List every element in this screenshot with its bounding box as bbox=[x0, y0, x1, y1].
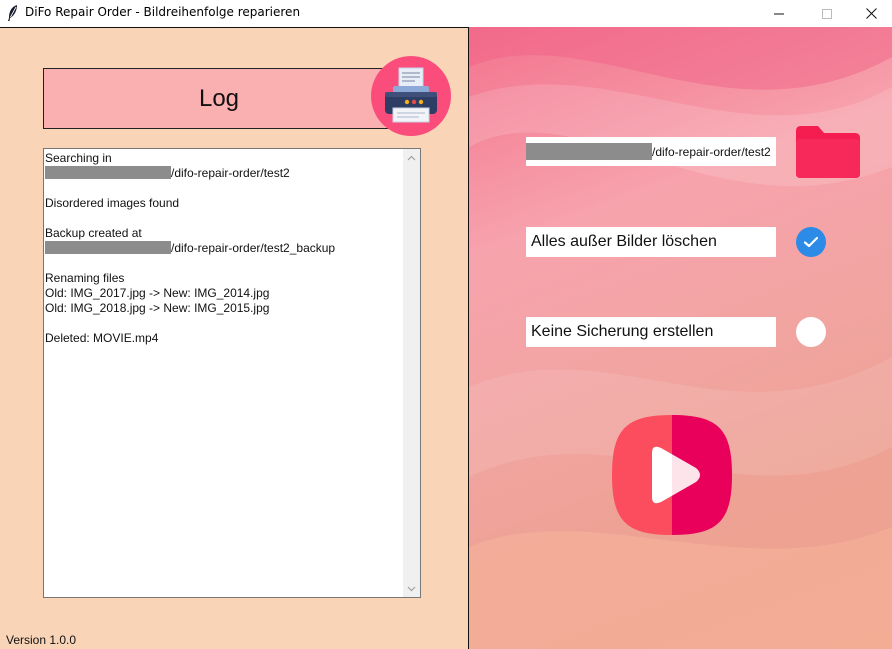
print-button[interactable] bbox=[371, 56, 451, 136]
options-panel: /difo-repair-order/test2 Alles außer Bil… bbox=[469, 27, 892, 649]
log-line: /difo-repair-order/test2 bbox=[45, 166, 405, 181]
log-content: Searching in /difo-repair-order/test2 Di… bbox=[44, 151, 405, 597]
chevron-down-icon bbox=[407, 586, 416, 591]
source-path-field[interactable]: /difo-repair-order/test2 bbox=[526, 137, 776, 166]
checkmark-icon bbox=[803, 236, 819, 248]
log-line-text: /difo-repair-order/test2 bbox=[171, 166, 290, 180]
start-button[interactable] bbox=[610, 413, 734, 537]
log-line: Old: IMG_2017.jpg -> New: IMG_2014.jpg bbox=[45, 286, 270, 300]
log-line: Old: IMG_2018.jpg -> New: IMG_2015.jpg bbox=[45, 301, 270, 315]
log-line: Renaming files bbox=[45, 271, 125, 285]
log-scrollbar[interactable] bbox=[403, 149, 420, 597]
close-icon bbox=[865, 8, 877, 19]
scroll-down-button[interactable] bbox=[403, 580, 420, 597]
window-title: DiFo Repair Order - Bildreihenfolge repa… bbox=[25, 5, 301, 19]
redacted-path bbox=[45, 166, 171, 179]
log-textarea[interactable]: Searching in /difo-repair-order/test2 Di… bbox=[43, 148, 421, 598]
maximize-icon bbox=[822, 8, 832, 19]
log-line: Backup created at bbox=[45, 226, 142, 240]
no-backup-checkbox[interactable] bbox=[796, 317, 826, 347]
delete-non-images-label: Alles außer Bilder löschen bbox=[526, 227, 776, 257]
log-line: Disordered images found bbox=[45, 196, 180, 210]
source-path-text: /difo-repair-order/test2 bbox=[652, 144, 771, 159]
close-button[interactable] bbox=[848, 0, 892, 27]
minimize-icon bbox=[774, 13, 784, 14]
log-line: Deleted: MOVIE.mp4 bbox=[45, 331, 159, 345]
chevron-up-icon bbox=[407, 155, 416, 160]
scroll-up-button[interactable] bbox=[403, 149, 420, 166]
delete-non-images-checkbox[interactable] bbox=[796, 227, 826, 257]
title-bar: DiFo Repair Order - Bildreihenfolge repa… bbox=[0, 0, 892, 27]
redacted-path bbox=[45, 241, 171, 254]
play-icon bbox=[612, 415, 732, 535]
log-line: /difo-repair-order/test2_backup bbox=[45, 241, 405, 256]
printer-icon bbox=[385, 67, 437, 123]
log-panel: Log Searching in /difo-repair-order/test… bbox=[0, 27, 469, 649]
redacted-path bbox=[526, 143, 652, 160]
log-line-text: /difo-repair-order/test2_backup bbox=[171, 241, 336, 255]
log-line: Searching in bbox=[45, 151, 112, 165]
log-header: Log bbox=[43, 68, 395, 129]
minimize-button[interactable] bbox=[756, 0, 802, 27]
feather-icon bbox=[8, 5, 17, 21]
folder-icon bbox=[796, 126, 860, 178]
browse-folder-button[interactable] bbox=[796, 125, 860, 179]
version-label: Version 1.0.0 bbox=[6, 633, 77, 647]
maximize-button[interactable] bbox=[804, 0, 850, 27]
no-backup-label: Keine Sicherung erstellen bbox=[526, 317, 776, 347]
